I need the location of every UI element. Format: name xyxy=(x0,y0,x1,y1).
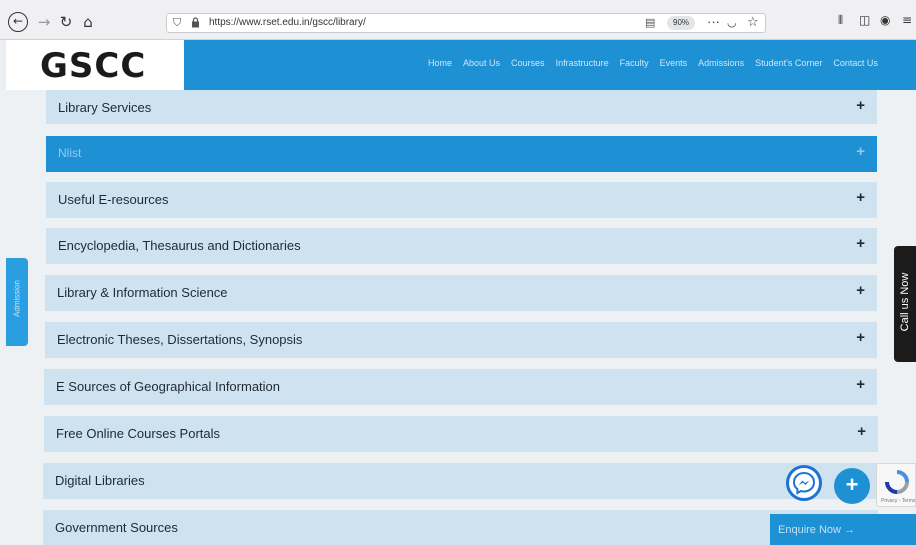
accordion-item[interactable]: Digital Libraries xyxy=(43,463,878,499)
logo-text: GSCC xyxy=(40,46,147,86)
admission-side-tab-label: Admission xyxy=(12,280,22,317)
sidebar-icon[interactable]: ◫ xyxy=(859,13,870,27)
accordion-label: Useful E-resources xyxy=(58,192,169,207)
recaptcha-badge[interactable]: Privacy - Terms xyxy=(876,463,916,507)
plus-icon[interactable]: + xyxy=(856,189,865,206)
accordion-item[interactable]: Government Sources xyxy=(43,510,878,545)
accordion-label: Free Online Courses Portals xyxy=(56,426,221,441)
accordion-label: E Sources of Geographical Information xyxy=(56,379,281,394)
main-nav: Home About Us Courses Infrastructure Fac… xyxy=(428,58,878,68)
nav-students-corner[interactable]: Student's Corner xyxy=(755,58,822,68)
plus-icon[interactable]: + xyxy=(856,282,865,299)
accordion-item[interactable]: E Sources of Geographical Information + xyxy=(44,369,877,405)
enquire-now-button[interactable]: Enquire Now → xyxy=(770,514,916,545)
plus-icon[interactable]: + xyxy=(856,97,865,114)
reload-icon[interactable]: ↻ xyxy=(56,12,76,32)
call-us-label: Call us Now xyxy=(899,272,911,332)
bookmark-star-icon[interactable]: ☆ xyxy=(747,15,759,30)
nav-faculty[interactable]: Faculty xyxy=(620,58,649,68)
pocket-icon[interactable]: ◡ xyxy=(727,16,737,29)
messenger-icon xyxy=(792,471,816,495)
enquire-now-label: Enquire Now → xyxy=(778,524,856,536)
messenger-chat-icon[interactable] xyxy=(786,465,822,501)
browser-toolbar: ← → ↻ ⌂ ⛉ https://www.rset.edu.in/gscc/l… xyxy=(0,0,916,40)
nav-events[interactable]: Events xyxy=(660,58,688,68)
accordion-label: Library & Information Science xyxy=(57,285,228,300)
accordion-label: Library Services xyxy=(58,100,152,115)
page-actions-icon[interactable]: ··· xyxy=(707,14,720,29)
plus-icon[interactable]: + xyxy=(856,235,865,252)
nav-admissions[interactable]: Admissions xyxy=(698,58,744,68)
accordion-item[interactable]: Library & Information Science + xyxy=(45,275,877,311)
accordion-item[interactable]: Library Services + xyxy=(46,90,877,124)
plus-icon[interactable]: + xyxy=(857,423,866,440)
forward-icon[interactable]: → xyxy=(34,12,54,32)
nav-about-us[interactable]: About Us xyxy=(463,58,500,68)
logo[interactable]: GSCC xyxy=(6,40,184,90)
recaptcha-icon xyxy=(885,470,909,494)
nav-contact-us[interactable]: Contact Us xyxy=(833,58,878,68)
menu-icon[interactable]: ≡ xyxy=(902,13,912,27)
accordion-label: Nlist xyxy=(58,146,82,160)
accordion-label: Digital Libraries xyxy=(55,473,145,488)
accordion-label: Encyclopedia, Thesaurus and Dictionaries xyxy=(58,238,301,253)
accordion-item[interactable]: Free Online Courses Portals + xyxy=(44,416,878,452)
plus-icon[interactable]: + xyxy=(856,376,865,393)
nav-home[interactable]: Home xyxy=(428,58,452,68)
tracking-shield-icon[interactable]: ⛉ xyxy=(173,16,181,30)
nav-courses[interactable]: Courses xyxy=(511,58,545,68)
library-content: Library Services + Nlist + Useful E-reso… xyxy=(0,90,916,545)
accordion-item-active[interactable]: Nlist + xyxy=(46,136,877,172)
site-header: GSCC Home About Us Courses Infrastructur… xyxy=(6,40,916,90)
accordion-item[interactable]: Electronic Theses, Dissertations, Synops… xyxy=(45,322,877,358)
zoom-level-badge[interactable]: 90% xyxy=(667,16,696,30)
home-icon[interactable]: ⌂ xyxy=(78,12,98,32)
accordion-label: Electronic Theses, Dissertations, Synops… xyxy=(57,332,303,347)
plus-icon[interactable]: + xyxy=(856,143,865,160)
admission-side-tab[interactable]: Admission xyxy=(6,258,28,346)
plus-icon[interactable]: + xyxy=(856,329,865,346)
address-bar[interactable]: ⛉ https://www.rset.edu.in/gscc/library/ … xyxy=(166,13,766,33)
back-icon[interactable]: ← xyxy=(8,12,28,32)
fab-plus-button[interactable]: + xyxy=(834,468,870,504)
nav-infrastructure[interactable]: Infrastructure xyxy=(556,58,609,68)
accordion-item[interactable]: Encyclopedia, Thesaurus and Dictionaries… xyxy=(46,228,877,264)
library-icon[interactable]: ⫴ xyxy=(838,13,843,28)
recaptcha-text[interactable]: Privacy - Terms xyxy=(881,498,915,504)
accordion-item[interactable]: Useful E-resources + xyxy=(46,182,877,218)
url-text[interactable]: https://www.rset.edu.in/gscc/library/ xyxy=(209,17,366,28)
account-icon[interactable]: ◉ xyxy=(880,13,890,27)
reader-view-icon[interactable]: ▤ xyxy=(645,16,655,29)
call-us-tab[interactable]: Call us Now xyxy=(894,246,916,362)
lock-icon[interactable] xyxy=(191,17,200,28)
accordion-label: Government Sources xyxy=(55,520,178,535)
